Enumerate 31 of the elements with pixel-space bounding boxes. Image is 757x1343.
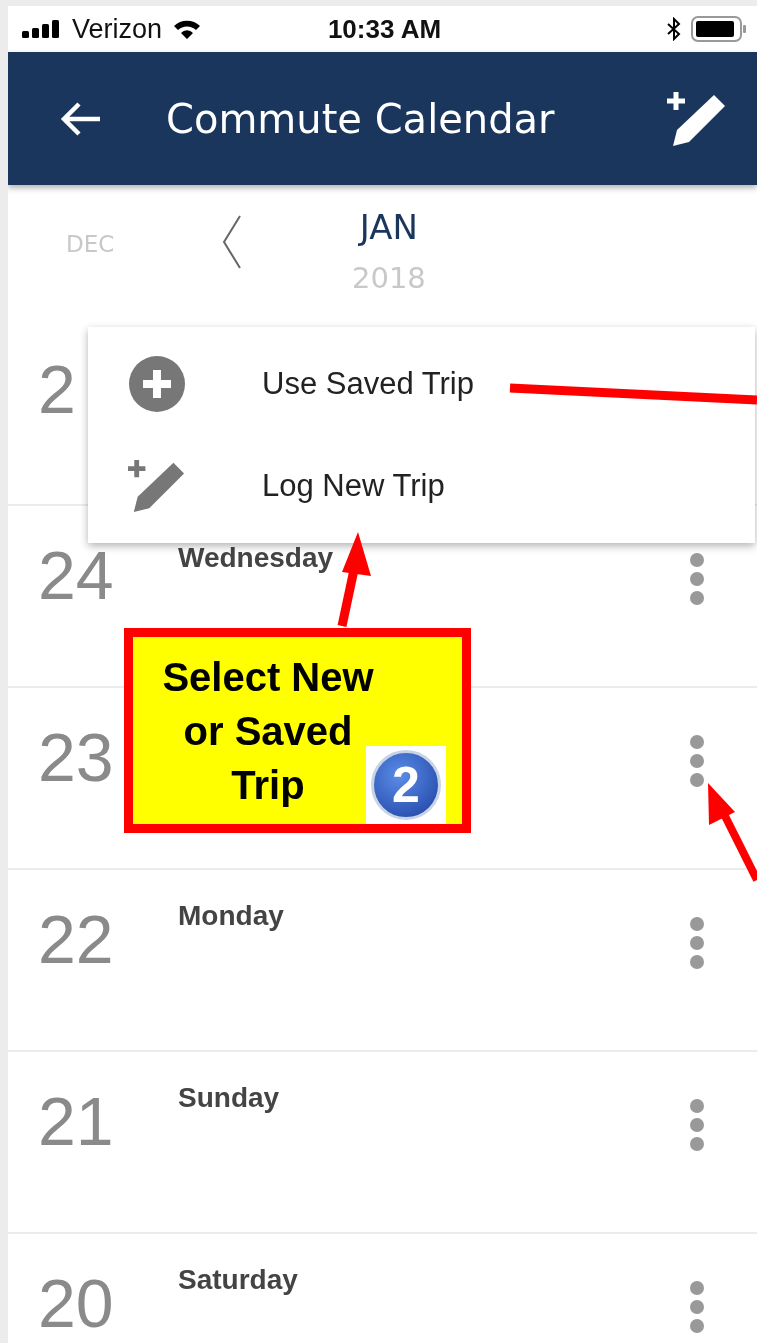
- menu-item[interactable]: Log New Trip: [88, 436, 755, 536]
- weekday-label: Sunday: [178, 1082, 280, 1114]
- day-number: 24: [38, 536, 114, 614]
- weekday-label: Wednesday: [178, 542, 334, 574]
- more-options-icon[interactable]: [689, 552, 705, 606]
- clock-time: 10:33 AM: [327, 13, 442, 45]
- signal-icon: [22, 20, 62, 38]
- day-number: 21: [38, 1082, 114, 1160]
- screen-title: Commute Calendar: [166, 95, 556, 142]
- pencil-plus-icon: [128, 457, 186, 515]
- more-options-icon[interactable]: [689, 916, 705, 970]
- day-number: 20: [38, 1264, 114, 1342]
- chevron-left-icon[interactable]: [222, 215, 242, 269]
- more-options-icon[interactable]: [689, 1280, 705, 1334]
- weekday-label: Monday: [178, 900, 284, 932]
- menu-item[interactable]: Use Saved Trip: [88, 334, 755, 434]
- step-badge: 2: [366, 746, 446, 824]
- day-number: 23: [38, 718, 114, 796]
- day-number: 2: [38, 350, 76, 428]
- day-number: 22: [38, 900, 114, 978]
- back-arrow-icon[interactable]: [60, 100, 102, 137]
- battery-icon: [691, 16, 747, 42]
- plus-circle-icon: [128, 355, 186, 413]
- more-options-icon[interactable]: [689, 734, 705, 788]
- bluetooth-icon: [667, 17, 681, 41]
- pencil-plus-icon[interactable]: [667, 90, 727, 147]
- more-options-icon[interactable]: [689, 1098, 705, 1152]
- wifi-icon: [172, 18, 203, 40]
- weekday-label: Saturday: [178, 1264, 298, 1296]
- current-month: JAN: [359, 207, 418, 247]
- carrier-name: Verizon: [72, 13, 163, 45]
